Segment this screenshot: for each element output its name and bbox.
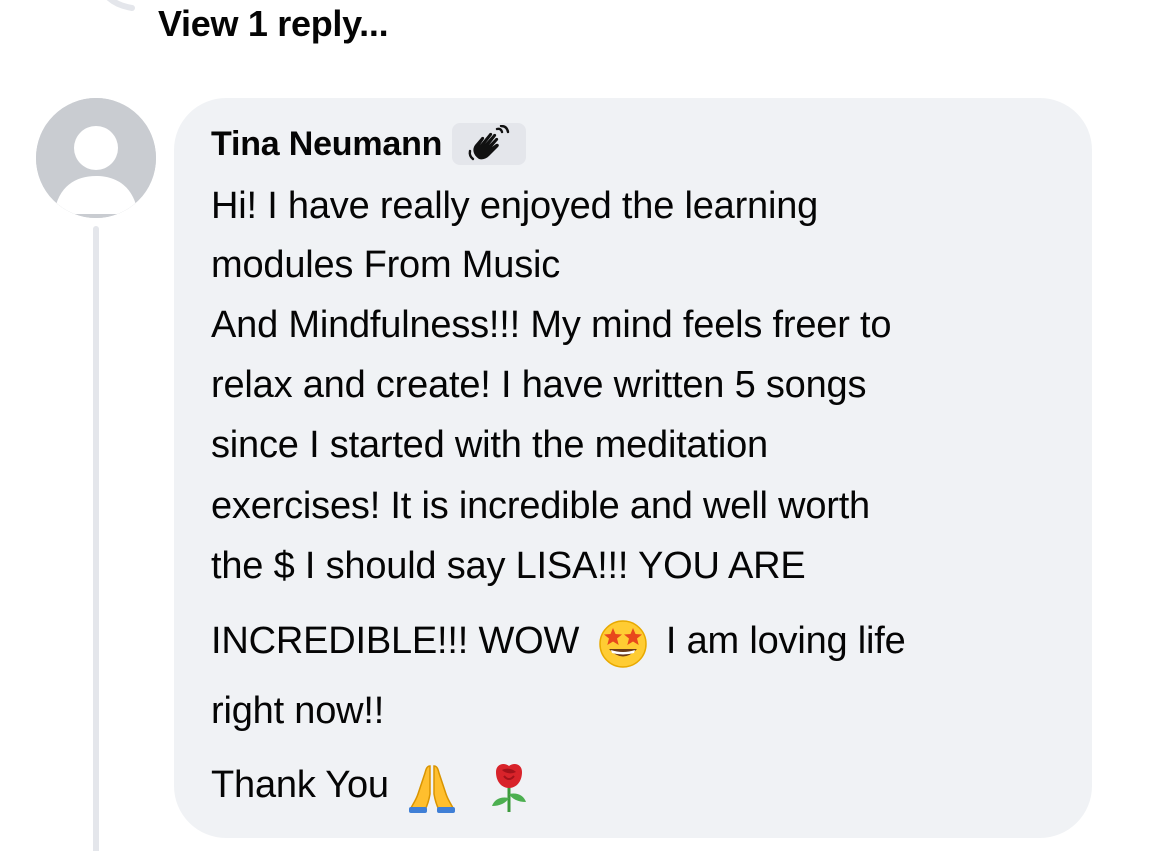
comment-text-line: INCREDIBLE!!! WOW I am loving life [211,616,906,670]
comment-text-line: the $ I should say LISA!!! YOU ARE [211,545,806,587]
rose-emoji-icon [482,760,536,814]
comment-text-line: Thank You [211,760,542,814]
comment-text-line: relax and create! I have written 5 songs [211,364,867,406]
comment-thread: View 1 reply... Tina Neumann Hi! I have … [0,0,1162,851]
reply-connector-curve [106,0,135,11]
comment-text-line: And Mindfulness!!! My mind feels freer t… [211,304,892,346]
comment-text-segment: Thank You [211,764,389,807]
comment-text-line: modules From Music [211,244,561,286]
waving-hand-icon[interactable] [452,123,527,165]
comment-header: Tina Neumann [211,120,527,168]
avatar[interactable] [36,98,156,218]
folded-hands-emoji-icon [405,760,459,814]
author-name[interactable]: Tina Neumann [211,125,442,164]
comment-text-line: right now!! [211,690,385,732]
comment-text-segment: INCREDIBLE!!! WOW [211,620,580,663]
default-profile-icon [36,98,156,218]
comment-text-line: Hi! I have really enjoyed the learning [211,185,819,227]
view-replies-link[interactable]: View 1 reply... [158,2,389,46]
thread-line [93,226,99,851]
star-struck-emoji-icon [596,616,650,670]
comment-text-segment: I am loving life [665,620,906,663]
comment-text-line: exercises! It is incredible and well wor… [211,485,870,527]
comment-text-line: since I started with the meditation [211,424,768,466]
